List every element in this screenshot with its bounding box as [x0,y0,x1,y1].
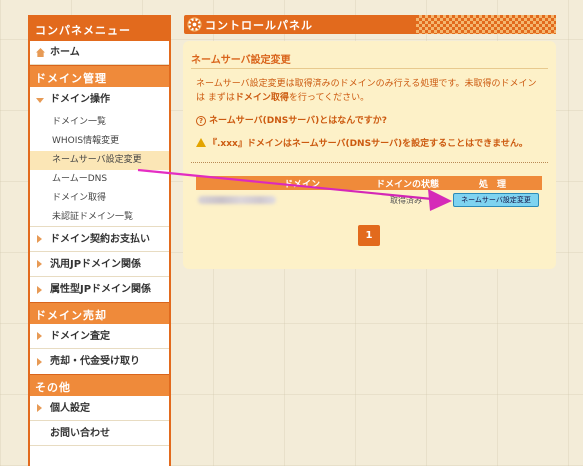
sidebar-item-label: ドメイン契約お支払い [50,234,150,245]
domain-name-redacted [198,196,276,204]
sidebar-item-label: ドメイン査定 [50,331,110,342]
sidebar-section-domain-sale: ドメイン売却 [30,302,169,324]
warning-message: 『.xxx』ドメインはネームサーバ(DNSサーバ)を設定することはできません。 [196,136,528,149]
domain-status: 取得済み [390,196,422,205]
sidebar-subitem-muumuu-dns[interactable]: ムームーDNS [30,170,169,189]
card-title: ネームサーバ設定変更 [191,49,548,69]
warning-text: 『.xxx』ドメインはネームサーバ(DNSサーバ)を設定することはできません。 [208,139,528,149]
home-icon [36,48,45,57]
card-description: ネームサーバ設定変更は取得済みのドメインのみ行える処理です。未取得のドメイン は… [196,77,551,105]
sidebar-item-label: 売却・代金受け取り [50,356,140,367]
sidebar-item-home[interactable]: ホーム [30,41,169,65]
description-line-2: は まずはドメイン取得を行ってください。 [196,91,551,105]
chevron-right-icon [37,357,42,366]
column-header-status: ドメインの状態 [376,180,440,190]
sidebar-header: コンパネメニュー [30,17,169,41]
divider [191,162,548,163]
chevron-down-icon [36,98,44,103]
domain-table-header: ドメイン ドメインの状態 処 理 [196,176,542,190]
column-header-domain: ドメイン [284,180,321,190]
sidebar-subitem-whois[interactable]: WHOIS情報変更 [30,132,169,151]
sidebar-item-label: 個人設定 [50,403,90,414]
sidebar-menu: コンパネメニュー ホーム ドメイン管理 ドメイン操作 ドメイン一覧 WHOIS情… [28,15,171,466]
sidebar-item-contract-pay[interactable]: ドメイン契約お支払い [30,227,169,252]
chevron-right-icon [37,235,42,243]
warning-icon [196,138,206,147]
sidebar-item-domain-ops[interactable]: ドメイン操作 [30,87,169,113]
chevron-right-icon [37,285,42,294]
sidebar-item-jp-general[interactable]: 汎用JPドメイン関係 [30,252,169,277]
description-pre: は まずは [196,93,235,103]
sidebar-section-other: その他 [30,374,169,396]
sidebar-item-jp-attr[interactable]: 属性型JPドメイン関係 [30,277,169,302]
sidebar-item-sale-receive[interactable]: 売却・代金受け取り [30,349,169,374]
gear-icon [187,17,202,32]
sidebar-subitem-unverified[interactable]: 未認証ドメイン一覧 [30,208,169,227]
domain-acquire-link[interactable]: ドメイン取得 [235,93,289,103]
sidebar-item-label: ドメイン操作 [50,94,110,105]
sidebar-subitem-domain-list[interactable]: ドメイン一覧 [30,113,169,132]
sidebar-item-contact[interactable]: お問い合わせ [30,421,169,446]
control-panel-titlebar: コントロールパネル [184,15,556,34]
title-decoration [416,15,556,34]
sidebar-subitem-nameserver[interactable]: ネームサーバ設定変更 [30,151,169,170]
help-mark-icon: ? [196,116,206,126]
table-row: 取得済み ネームサーバ設定変更 [196,192,542,208]
chevron-right-icon [37,404,42,412]
sidebar-item-label: 汎用JPドメイン関係 [50,259,142,270]
chevron-right-icon [37,332,42,340]
sidebar-item-label: ホーム [50,47,80,58]
nameserver-change-button[interactable]: ネームサーバ設定変更 [453,193,539,207]
description-line-1: ネームサーバ設定変更は取得済みのドメインのみ行える処理です。未取得のドメイン [196,79,537,89]
sidebar-item-label: 属性型JPドメイン関係 [50,284,152,295]
chevron-right-icon [37,260,42,268]
sidebar-item-personal[interactable]: 個人設定 [30,396,169,421]
sidebar-item-appraise[interactable]: ドメイン査定 [30,324,169,349]
sidebar-item-label: お問い合わせ [50,428,110,439]
column-header-process: 処 理 [479,180,507,190]
page-title: コントロールパネル [205,19,313,32]
help-link-label: ネームサーバ(DNSサーバ)とはなんですか? [209,116,388,126]
pagination-page-1[interactable]: 1 [358,225,380,246]
help-link[interactable]: ? ネームサーバ(DNSサーバ)とはなんですか? [196,113,387,126]
description-post: を行ってください。 [288,93,370,103]
sidebar-subitem-domain-acquire[interactable]: ドメイン取得 [30,189,169,208]
sidebar-section-domain-manage: ドメイン管理 [30,65,169,87]
